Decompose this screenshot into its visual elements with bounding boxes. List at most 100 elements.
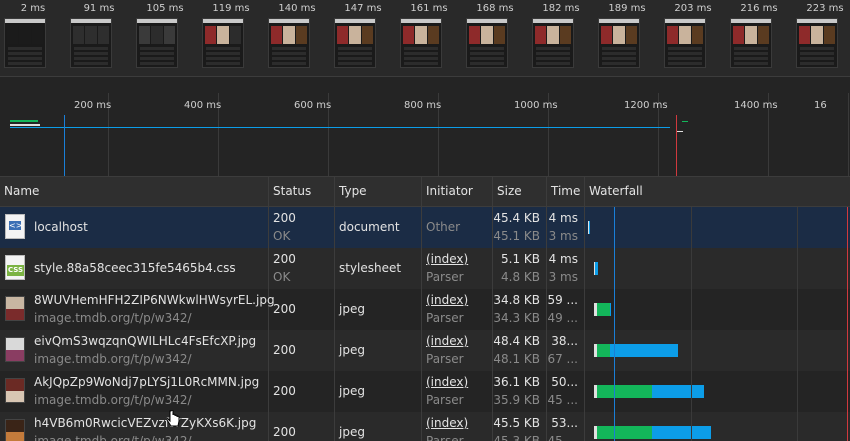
- initiator-link[interactable]: (index): [426, 252, 468, 266]
- column-waterfall-header[interactable]: Waterfall: [585, 177, 850, 206]
- waterfall-download-segment: [610, 303, 611, 316]
- request-name[interactable]: localhost: [34, 220, 88, 234]
- request-name[interactable]: eivQmS3wqzqnQWILHLc4FsEfcXP.jpg: [34, 334, 256, 348]
- column-type-header[interactable]: Type: [335, 177, 422, 206]
- thumb-posters: [535, 26, 571, 44]
- thumb-header: [269, 19, 309, 23]
- total-time: 4 ms: [548, 211, 578, 225]
- waterfall-download-segment: [595, 262, 598, 275]
- filmstrip-frame[interactable]: 168 ms: [462, 0, 528, 77]
- filmstrip: 2 ms 91 ms 105 ms 119 ms 140 ms 147 ms 161 ms 1…: [0, 0, 850, 77]
- waterfall-cell[interactable]: [585, 248, 850, 289]
- table-row[interactable]: <> localhost 200 OK document Other 45.4 KB 45.1…: [0, 207, 850, 248]
- waterfall-cell[interactable]: [585, 330, 850, 371]
- frame-time: 203 ms: [674, 3, 712, 14]
- thumb-posters: [139, 26, 175, 44]
- frame-thumbnail: [796, 18, 838, 68]
- filmstrip-frame[interactable]: 223 ms: [792, 0, 850, 77]
- initiator-cell: (index) Parser: [422, 412, 493, 441]
- thumb-poster: [7, 26, 19, 44]
- thumb-poster: [733, 26, 745, 44]
- filmstrip-frame[interactable]: 105 ms: [132, 0, 198, 77]
- thumb-poster: [295, 26, 307, 44]
- overview-tick-label: 1200 ms: [624, 100, 668, 111]
- poster-top: [6, 379, 24, 391]
- waterfall-cell[interactable]: [585, 207, 850, 248]
- filmstrip-frame[interactable]: 189 ms: [594, 0, 660, 77]
- filmstrip-frame[interactable]: 216 ms: [726, 0, 792, 77]
- thumb-poster: [403, 26, 415, 44]
- timeline-overview[interactable]: 200 ms 400 ms 600 ms 800 ms 1000 ms 1200 ms 14…: [0, 93, 850, 176]
- initiator-link[interactable]: (index): [426, 334, 468, 348]
- thumb-poster: [31, 26, 43, 44]
- filmstrip-frame[interactable]: 119 ms: [198, 0, 264, 77]
- table-row[interactable]: 8WUVHemHFH2ZIP6NWkwlHWsyrEL.jpg image.tmd…: [0, 289, 850, 330]
- thumb-rows: [338, 47, 372, 65]
- column-time-header[interactable]: Time: [547, 177, 585, 206]
- thumb-rows: [470, 47, 504, 65]
- filmstrip-frame[interactable]: 161 ms: [396, 0, 462, 77]
- request-url: image.tmdb.org/t/p/w342/: [34, 311, 192, 325]
- filmstrip-frame[interactable]: 91 ms: [66, 0, 132, 77]
- waterfall-cell[interactable]: [585, 289, 850, 330]
- filmstrip-frame[interactable]: 203 ms: [660, 0, 726, 77]
- thumb-posters: [667, 26, 703, 44]
- latency-time: 67 ...: [547, 352, 578, 366]
- thumb-poster: [415, 26, 427, 44]
- thumb-header: [71, 19, 111, 23]
- table-row[interactable]: h4VB6m0RwcicVEZvzftYZyKXs6K.jpg image.tmd…: [0, 412, 850, 441]
- column-status-header[interactable]: Status: [269, 177, 335, 206]
- column-initiator-header[interactable]: Initiator: [422, 177, 493, 206]
- css-icon: CSS: [5, 255, 25, 280]
- thumb-poster: [823, 26, 835, 44]
- column-size-header[interactable]: Size: [493, 177, 547, 206]
- filmstrip-frame[interactable]: 140 ms: [264, 0, 330, 77]
- status-cell: 200 OK: [269, 248, 335, 289]
- overview-request-bar: [682, 121, 688, 122]
- request-name[interactable]: style.88a58ceec315fe5465b4.css: [34, 261, 236, 275]
- initiator-link[interactable]: (index): [426, 375, 468, 389]
- thumb-header: [137, 19, 177, 23]
- table-row[interactable]: eivQmS3wqzqnQWILHLc4FsEfcXP.jpg image.tmd…: [0, 330, 850, 371]
- frame-time: 189 ms: [608, 3, 646, 14]
- initiator-type: Parser: [426, 352, 464, 366]
- total-time: 4 ms: [548, 252, 578, 266]
- request-name[interactable]: 8WUVHemHFH2ZIP6NWkwlHWsyrEL.jpg: [34, 293, 275, 307]
- name-cell: h4VB6m0RwcicVEZvzftYZyKXs6K.jpg image.tmd…: [0, 412, 269, 441]
- latency-time: 45 ...: [547, 434, 578, 441]
- table-row[interactable]: CSS style.88a58ceec315fe5465b4.css 200 OK st…: [0, 248, 850, 289]
- initiator-link[interactable]: (index): [426, 416, 468, 430]
- filmstrip-frame[interactable]: 182 ms: [528, 0, 594, 77]
- overview-tick-label: 400 ms: [184, 100, 222, 111]
- status-text: OK: [273, 229, 291, 243]
- filmstrip-frame[interactable]: 2 ms: [0, 0, 66, 77]
- initiator-type: Parser: [426, 393, 464, 407]
- filmstrip-frame[interactable]: 147 ms: [330, 0, 396, 77]
- transfer-size: 45.4 KB: [493, 211, 540, 225]
- resource-type: jpeg: [339, 302, 365, 316]
- frame-time: 140 ms: [278, 3, 316, 14]
- resource-size: 34.3 KB: [493, 311, 540, 325]
- waterfall-download-segment: [652, 426, 711, 439]
- request-name[interactable]: AkJQpZp9WoNdj7pLYSj1L0RcMMN.jpg: [34, 375, 259, 389]
- thumb-header: [599, 19, 639, 23]
- column-name-header[interactable]: Name: [0, 177, 269, 206]
- poster-bottom: [6, 308, 24, 320]
- initiator-text: Other: [426, 220, 461, 234]
- thumb-rows: [8, 47, 42, 65]
- frame-time: 119 ms: [212, 3, 250, 14]
- type-cell: jpeg: [335, 412, 422, 441]
- overview-gridline: [848, 93, 849, 176]
- thumb-header: [731, 19, 771, 23]
- dom-content-loaded-marker: [614, 207, 615, 441]
- frame-thumbnail: [268, 18, 310, 68]
- status-cell: 200 OK: [269, 207, 335, 248]
- request-name[interactable]: h4VB6m0RwcicVEZvzftYZyKXs6K.jpg: [34, 416, 256, 430]
- frame-thumbnail: [664, 18, 706, 68]
- waterfall-cell[interactable]: [585, 412, 850, 441]
- resource-size: 48.1 KB: [493, 352, 540, 366]
- table-row[interactable]: AkJQpZp9WoNdj7pLYSj1L0RcMMN.jpg image.tmd…: [0, 371, 850, 412]
- frame-time: 182 ms: [542, 3, 580, 14]
- waterfall-cell[interactable]: [585, 371, 850, 412]
- initiator-link[interactable]: (index): [426, 293, 468, 307]
